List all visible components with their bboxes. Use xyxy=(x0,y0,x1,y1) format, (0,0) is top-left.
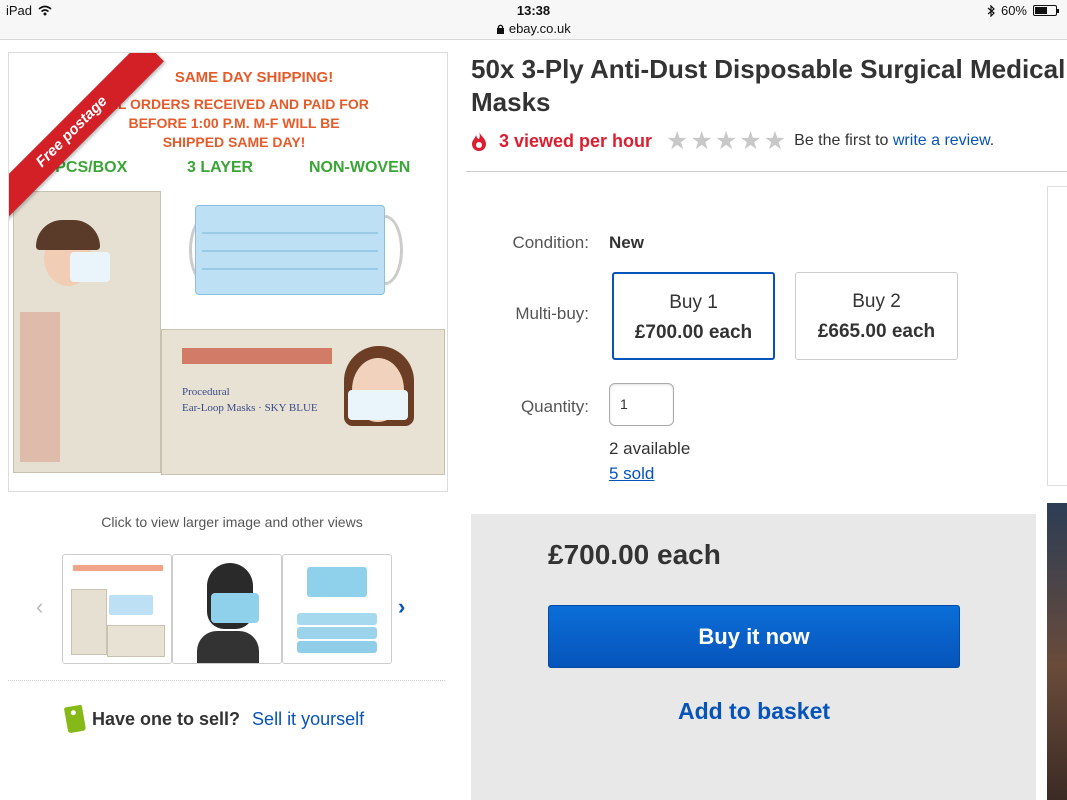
clock: 13:38 xyxy=(516,3,551,18)
mask-box-flat: Procedural Ear-Loop Masks · SKY BLUE xyxy=(161,329,445,475)
add-to-basket-button[interactable]: Add to basket xyxy=(548,698,960,725)
thumb-mannequin-neck xyxy=(197,631,259,663)
sell-it-yourself-link[interactable]: Sell it yourself xyxy=(252,709,364,730)
title-line: Masks xyxy=(471,87,551,117)
main-product-image[interactable]: SAME DAY SHIPPING! ALL ORDERS RECEIVED A… xyxy=(8,52,448,492)
multibuy-quantity: Buy 1 xyxy=(669,292,718,313)
seller-info-panel xyxy=(1047,186,1067,486)
thumb-box xyxy=(107,625,165,657)
url-text: ebay.co.uk xyxy=(508,21,571,36)
divider xyxy=(466,171,1067,172)
quantity-input[interactable]: 1 xyxy=(609,383,674,426)
thumbnail-1[interactable] xyxy=(62,554,172,664)
model-mask xyxy=(348,390,408,420)
box-print-text: Procedural xyxy=(182,386,230,398)
buy-it-now-button[interactable]: Buy it now xyxy=(548,605,960,668)
thumb-box xyxy=(71,589,107,655)
address-bar[interactable]: ebay.co.uk xyxy=(0,21,1067,36)
condition-value: New xyxy=(609,233,644,252)
promo-title: SAME DAY SHIPPING! xyxy=(174,69,334,86)
star-icon: ★ xyxy=(714,126,738,155)
review-suffix: . xyxy=(989,132,995,149)
star-icon: ★ xyxy=(763,126,787,155)
bluetooth-icon xyxy=(987,4,995,17)
feature-label: 3 LAYER xyxy=(187,159,254,176)
multibuy-price: £665.00 each xyxy=(817,321,936,342)
title-line: 50x 3-Ply Anti-Dust Disposable Surgical … xyxy=(471,54,1066,84)
condition-label: Condition: xyxy=(512,233,589,252)
multibuy-label: Multi-buy: xyxy=(515,304,589,323)
multibuy-option-buy-1[interactable]: Buy 1 £700.00 each xyxy=(612,272,775,360)
surgical-mask-photo xyxy=(195,205,385,295)
promo-line: SHIPPED SAME DAY! xyxy=(162,134,306,150)
battery-level xyxy=(1035,7,1047,14)
fire-icon xyxy=(472,131,486,151)
thumb-mask xyxy=(211,593,259,623)
listing-title: 50x 3-Ply Anti-Dust Disposable Surgical … xyxy=(471,53,1067,119)
battery-percent: 60% xyxy=(1000,3,1027,18)
available-count: 2 available xyxy=(609,439,691,458)
multibuy-option-buy-2[interactable]: Buy 2 £665.00 each xyxy=(795,272,958,360)
model-hair xyxy=(36,220,100,250)
promo-text: ALL ORDERS RECEIVED AND PAID FOR BEFORE … xyxy=(79,95,389,152)
price-tag-icon xyxy=(63,704,87,734)
mask-pleat xyxy=(202,232,378,234)
star-icon: ★ xyxy=(739,126,762,155)
listing-meta: 3 viewed per hour ★ ★ ★ ★ ★ Be the first… xyxy=(471,126,1067,156)
price: £700.00 each xyxy=(548,539,721,570)
battery-icon xyxy=(1033,5,1059,16)
thumbnail-3[interactable] xyxy=(282,554,392,664)
thumb-promo-text xyxy=(73,565,163,571)
thumb-mask xyxy=(307,567,367,597)
rating-stars: ★ ★ ★ ★ ★ xyxy=(666,126,787,155)
thumb-mask-stack xyxy=(297,641,377,653)
divider xyxy=(8,680,445,681)
advert-image xyxy=(1047,503,1067,800)
quantity-label: Quantity: xyxy=(520,397,589,416)
model-mask xyxy=(70,252,110,282)
review-prefix: Be the first to xyxy=(794,132,889,149)
thumb-mask-stack xyxy=(297,627,377,639)
multibuy-price: £700.00 each xyxy=(634,322,753,343)
thumb-mask-stack xyxy=(297,613,377,625)
lock-icon xyxy=(497,24,505,34)
viewed-per-hour: 3 viewed per hour xyxy=(499,130,653,151)
box-side-print xyxy=(20,312,60,462)
mask-pleat xyxy=(202,250,378,252)
status-bar: iPad 13:38 ebay.co.uk 60% xyxy=(0,0,1067,40)
sold-count-link[interactable]: 5 sold xyxy=(609,464,654,484)
box-logo-band xyxy=(182,348,332,364)
box-print-text: Ear-Loop Masks · SKY BLUE xyxy=(182,402,318,414)
mask-pleat xyxy=(202,268,378,270)
write-review-link[interactable]: write a review xyxy=(893,132,990,149)
thumbnail-2[interactable] xyxy=(172,554,282,664)
thumb-mask xyxy=(109,595,153,615)
sell-section: Have one to sell? Sell it yourself xyxy=(63,704,364,734)
review-prompt: Be the first to write a review. xyxy=(794,132,994,150)
chevron-right-icon[interactable]: › xyxy=(398,594,405,620)
sell-question: Have one to sell? xyxy=(92,708,241,729)
gallery-caption: Click to view larger image and other vie… xyxy=(101,514,363,530)
chevron-left-icon[interactable]: ‹ xyxy=(36,594,43,620)
mask-box-tall xyxy=(13,191,161,473)
status-right: 60% xyxy=(987,3,1059,18)
star-icon: ★ xyxy=(666,126,689,155)
star-icon: ★ xyxy=(690,126,713,155)
multibuy-quantity: Buy 2 xyxy=(852,291,901,312)
feature-label: NON-WOVEN xyxy=(309,159,411,176)
promo-line: BEFORE 1:00 P.M. M-F WILL BE xyxy=(128,115,340,131)
